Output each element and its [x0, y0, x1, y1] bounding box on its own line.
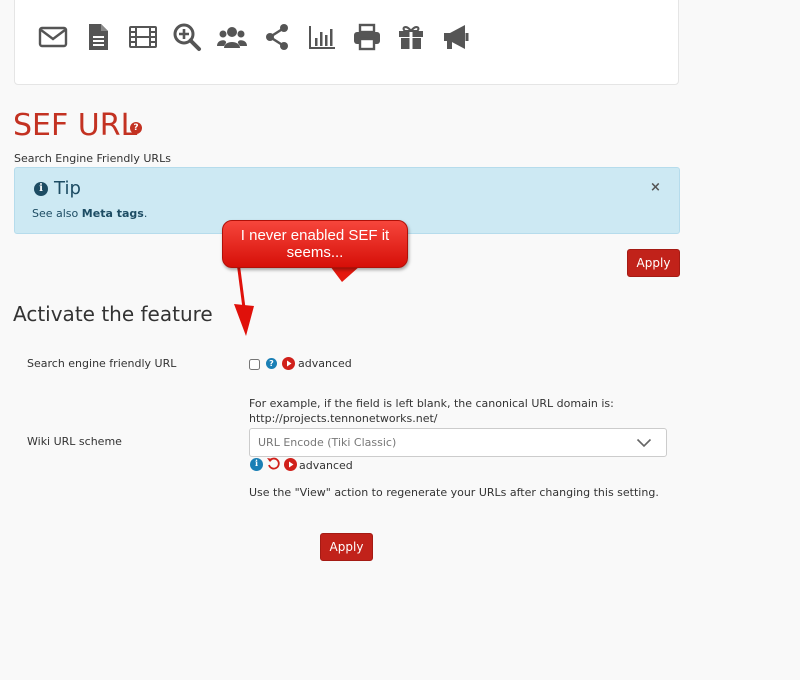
help-icon[interactable]: ?	[266, 358, 277, 369]
close-icon[interactable]: ×	[650, 180, 661, 195]
toolbar-icons	[38, 20, 486, 54]
film-icon[interactable]	[128, 20, 173, 54]
info-icon: i	[34, 182, 48, 196]
page-title: SEF URL	[13, 108, 138, 143]
document-icon[interactable]	[83, 20, 128, 54]
envelope-icon[interactable]	[38, 20, 83, 54]
page-subtitle: Search Engine Friendly URLs	[14, 152, 171, 165]
canonical-domain: http://projects.tennonetworks.net/	[249, 412, 438, 425]
help-icon[interactable]: ?	[130, 122, 142, 134]
play-icon[interactable]	[282, 357, 295, 370]
tip-text-prefix: See also	[32, 207, 82, 220]
sef-url-checkbox[interactable]	[249, 359, 260, 370]
regenerate-note: Use the "View" action to regenerate your…	[249, 486, 659, 499]
megaphone-icon[interactable]	[441, 20, 486, 54]
tip-text-suffix: .	[143, 207, 148, 220]
annotation-callout: I never enabled SEF it seems...	[222, 220, 408, 268]
scheme-help-text: For example, if the field is left blank,…	[249, 396, 614, 426]
advanced-tag: advanced	[299, 459, 353, 472]
section-heading: Activate the feature	[13, 302, 213, 326]
reset-icon[interactable]	[266, 456, 280, 474]
meta-tags-link[interactable]: Meta tags	[82, 207, 144, 220]
print-icon[interactable]	[352, 20, 397, 54]
tip-text: See also Meta tags.	[32, 207, 147, 220]
zoom-in-icon[interactable]	[172, 20, 217, 54]
sef-url-label: Search engine friendly URL	[27, 357, 177, 370]
bar-chart-icon[interactable]	[307, 20, 352, 54]
scheme-help-line1: For example, if the field is left blank,…	[249, 397, 614, 410]
users-icon[interactable]	[217, 20, 262, 54]
advanced-tag: advanced	[298, 357, 352, 370]
play-icon[interactable]	[284, 458, 297, 471]
wiki-url-scheme-label: Wiki URL scheme	[27, 435, 122, 448]
select-value: URL Encode (Tiki Classic)	[258, 436, 397, 449]
share-icon[interactable]	[262, 20, 307, 54]
apply-button-bottom[interactable]: Apply	[320, 533, 373, 561]
info-icon[interactable]: i	[250, 458, 263, 471]
tip-title: Tip	[54, 178, 81, 199]
apply-button-top[interactable]: Apply	[627, 249, 680, 277]
wiki-url-scheme-select[interactable]: URL Encode (Tiki Classic)	[249, 428, 667, 457]
gift-icon[interactable]	[396, 20, 441, 54]
chevron-down-icon	[636, 438, 652, 447]
